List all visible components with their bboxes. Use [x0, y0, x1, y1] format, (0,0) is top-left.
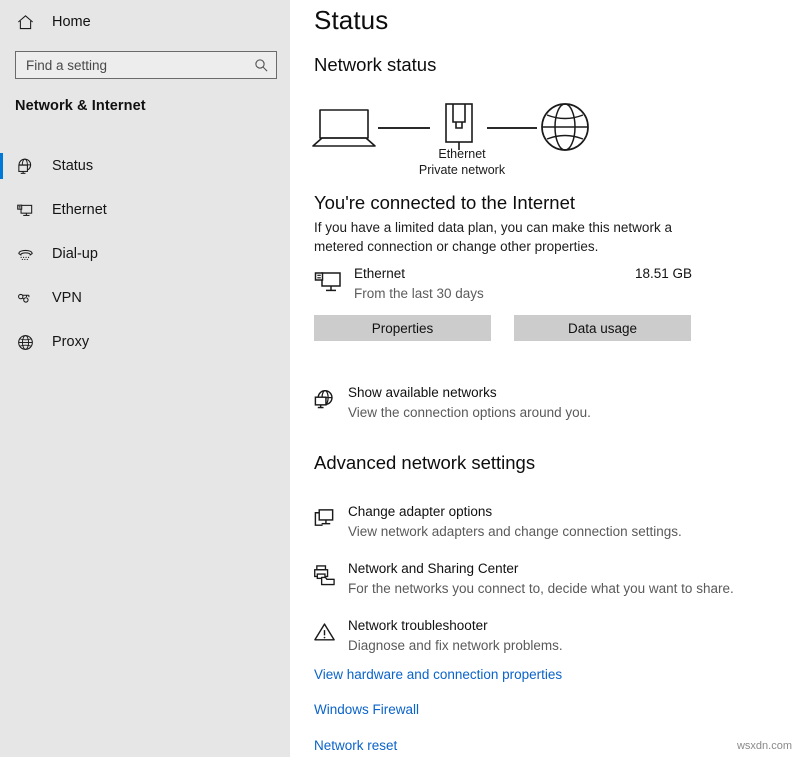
data-usage-button[interactable]: Data usage: [514, 315, 691, 341]
search-setting-box[interactable]: [15, 51, 277, 79]
show-available-networks-subtitle: View the connection options around you.: [348, 405, 591, 420]
globe-monitor-icon: [312, 387, 336, 411]
network-sharing-center-title: Network and Sharing Center: [348, 561, 518, 576]
sidebar-item-ethernet[interactable]: Ethernet: [0, 188, 290, 232]
sidebar-item-proxy[interactable]: Proxy: [0, 320, 290, 364]
laptop-icon: [310, 104, 378, 157]
connection-data-usage: 18.51 GB: [635, 266, 692, 281]
sidebar-item-status[interactable]: Status: [0, 144, 290, 188]
sidebar-nav-list: Status Ethernet: [0, 144, 290, 364]
telephone-icon: [14, 243, 36, 265]
link-view-hardware-properties[interactable]: View hardware and connection properties: [314, 667, 562, 682]
diagram-caption: Ethernet Private network: [372, 146, 552, 178]
diagram-caption-line2: Private network: [372, 162, 552, 178]
sidebar-item-status-label: Status: [52, 158, 93, 174]
page-title: Status: [314, 5, 388, 36]
section-heading-advanced: Advanced network settings: [314, 452, 535, 474]
selection-indicator: [0, 241, 3, 267]
sidebar-item-vpn-label: VPN: [52, 290, 82, 306]
sidebar-item-proxy-label: Proxy: [52, 334, 89, 350]
sidebar-item-home[interactable]: Home: [0, 6, 290, 38]
selection-indicator: [0, 285, 3, 311]
show-available-networks-title: Show available networks: [348, 385, 497, 400]
sidebar-category-title: Network & Internet: [15, 98, 146, 114]
ethernet-monitor-icon: [14, 199, 36, 221]
sidebar-item-ethernet-label: Ethernet: [52, 202, 107, 218]
connected-status-description: If you have a limited data plan, you can…: [314, 218, 689, 256]
globe-icon: [14, 331, 36, 353]
diagram-link-device-router: [378, 127, 430, 129]
connection-period: From the last 30 days: [354, 286, 484, 301]
section-heading-network-status: Network status: [314, 54, 436, 76]
network-troubleshooter-subtitle: Diagnose and fix network problems.: [348, 638, 563, 653]
diagram-caption-line1: Ethernet: [372, 146, 552, 162]
link-windows-firewall[interactable]: Windows Firewall: [314, 702, 419, 717]
selection-indicator: [0, 197, 3, 223]
network-diagram: Ethernet Private network: [310, 98, 710, 183]
search-input[interactable]: [16, 52, 246, 78]
change-adapter-options-subtitle: View network adapters and change connect…: [348, 524, 682, 539]
connection-name: Ethernet: [354, 266, 405, 281]
printer-folder-icon: [312, 563, 336, 587]
link-network-reset[interactable]: Network reset: [314, 738, 397, 753]
network-troubleshooter-title: Network troubleshooter: [348, 618, 488, 633]
selection-indicator: [0, 329, 3, 355]
search-icon[interactable]: [246, 52, 276, 78]
network-sharing-center-subtitle: For the networks you connect to, decide …: [348, 581, 734, 596]
main-content: Status Network status: [290, 0, 800, 757]
properties-button[interactable]: Properties: [314, 315, 491, 341]
home-icon: [14, 11, 36, 33]
monitor-adapter-icon: [312, 506, 336, 530]
active-connection-row: Ethernet From the last 30 days 18.51 GB: [314, 266, 692, 306]
settings-sidebar: Home Network & Internet: [0, 0, 290, 757]
sidebar-item-home-label: Home: [52, 14, 91, 30]
warning-triangle-icon: [312, 620, 336, 644]
change-adapter-options-title: Change adapter options: [348, 504, 492, 519]
watermark: wsxdn.com: [737, 740, 792, 752]
connected-status-heading: You're connected to the Internet: [314, 192, 575, 214]
sidebar-item-dial-up-label: Dial-up: [52, 246, 98, 262]
sidebar-item-vpn[interactable]: VPN: [0, 276, 290, 320]
diagram-link-router-internet: [487, 127, 537, 129]
selection-indicator: [0, 153, 3, 179]
globe-monitor-icon: [14, 155, 36, 177]
key-icon: [14, 287, 36, 309]
ethernet-monitor-icon: [314, 271, 342, 300]
sidebar-item-dial-up[interactable]: Dial-up: [0, 232, 290, 276]
